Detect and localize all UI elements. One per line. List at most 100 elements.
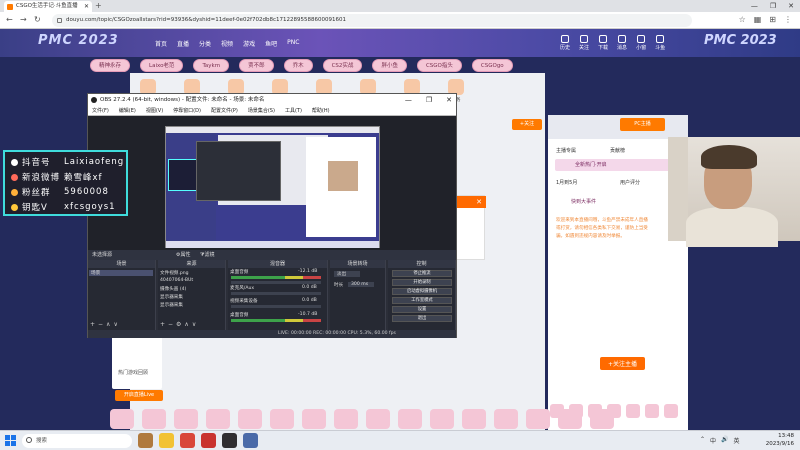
tag-pill[interactable]: CSGOgo xyxy=(471,59,513,72)
menu-edit[interactable]: 编辑(E) xyxy=(119,106,136,115)
nav-pnc[interactable]: PNC xyxy=(287,39,299,48)
menu-icon[interactable]: ⋮ xyxy=(784,15,792,24)
gift-icon[interactable] xyxy=(206,409,230,429)
bookmark-icon[interactable]: ☆ xyxy=(739,15,746,24)
volume-icon[interactable]: 🔊 xyxy=(721,436,728,445)
event-badge[interactable]: 全新热门·开启 xyxy=(555,159,683,171)
taskbar-search[interactable]: 搜索 xyxy=(22,434,132,448)
ime-icon[interactable]: 中 xyxy=(710,436,716,445)
tag-pill[interactable]: Laixo老范 xyxy=(140,59,184,72)
gift-icon[interactable] xyxy=(174,409,198,429)
badge-icon[interactable] xyxy=(645,404,659,418)
badge-icon[interactable] xyxy=(626,404,640,418)
tag-pill[interactable]: 胖小鱼 xyxy=(372,59,407,72)
gift-icon[interactable] xyxy=(558,409,582,429)
gift-icon[interactable] xyxy=(430,409,454,429)
gift-icon[interactable] xyxy=(142,409,166,429)
minimize-button[interactable]: — xyxy=(751,0,758,12)
capture-app-icon[interactable] xyxy=(243,433,258,448)
tab-anchor[interactable]: 主播专属 xyxy=(556,147,576,154)
gift-icon[interactable] xyxy=(398,409,422,429)
tray-overflow-icon[interactable]: ⌃ xyxy=(700,436,705,445)
history-button[interactable]: 历史 xyxy=(560,35,570,51)
event-badge-2[interactable]: 快到大事件 xyxy=(555,196,615,208)
close-popup-icon[interactable]: ✕ xyxy=(456,196,486,208)
gift-icon[interactable] xyxy=(526,409,550,429)
new-tab-button[interactable]: + xyxy=(95,0,102,12)
obs-minimize-button[interactable]: — xyxy=(405,94,412,106)
source-item[interactable]: 摄像头画 (4) xyxy=(160,286,186,292)
download-button[interactable]: 下载 xyxy=(598,35,608,51)
duration-input[interactable]: 300 ms xyxy=(348,282,375,287)
filters-button[interactable]: ⧩滤镜 xyxy=(200,250,214,260)
back-icon[interactable]: ← xyxy=(6,15,13,24)
properties-button[interactable]: ⚙属性 xyxy=(176,250,190,260)
nav-home[interactable]: 首页 xyxy=(155,39,167,48)
gift-icon[interactable] xyxy=(462,409,486,429)
nav-yuba[interactable]: 鱼吧 xyxy=(265,39,277,48)
source-item[interactable]: 文件视频.png xyxy=(160,270,189,276)
game-app-icon[interactable] xyxy=(138,433,153,448)
stop-streaming-button[interactable]: 停止推流 xyxy=(392,270,452,277)
volume-slider[interactable] xyxy=(231,281,321,284)
virtual-camera-button[interactable]: 启动虚拟摄像机 xyxy=(392,288,452,295)
tab-rating[interactable]: 用户评分 xyxy=(620,179,640,186)
gift-icon[interactable] xyxy=(590,409,614,429)
tag-pill[interactable]: 乔木 xyxy=(283,59,313,72)
follow-anchor-button[interactable]: +关注主播 xyxy=(600,357,646,370)
obs-maximize-button[interactable]: ❐ xyxy=(426,94,432,106)
source-item[interactable]: 显示器采集 xyxy=(160,302,183,308)
browser-tab[interactable]: CSGO生活手记·斗鱼直播 ✕ xyxy=(4,1,92,12)
gift-icon[interactable] xyxy=(494,409,518,429)
menu-docks[interactable]: 停靠窗口(D) xyxy=(173,106,201,115)
tab-ranking[interactable]: 贡献榜 xyxy=(610,147,625,154)
close-window-button[interactable]: ✕ xyxy=(788,0,794,12)
tag-pill[interactable]: 精神永存 xyxy=(90,59,131,72)
avatar-button[interactable]: 斗鱼 xyxy=(655,35,665,51)
start-recording-button[interactable]: 开始录制 xyxy=(392,279,452,286)
clock[interactable]: 13:48 2023/9/16 xyxy=(766,432,794,448)
badge-icon[interactable] xyxy=(664,404,678,418)
sidebar-icon[interactable]: ⊞ xyxy=(769,15,776,24)
obs-taskbar-icon[interactable] xyxy=(222,433,237,448)
menu-view[interactable]: 视图(V) xyxy=(146,106,163,115)
pc-anchor-button[interactable]: PC主播 xyxy=(620,118,665,131)
menu-scene-collection[interactable]: 场景集合(S) xyxy=(248,106,275,115)
tag-pill[interactable]: CS2实战 xyxy=(322,59,363,72)
menu-tools[interactable]: 工具(T) xyxy=(285,106,302,115)
menu-profile[interactable]: 配置文件(P) xyxy=(211,106,238,115)
gift-icon[interactable] xyxy=(366,409,390,429)
promo-button[interactable]: 开启直播Live xyxy=(115,390,163,401)
scene-item[interactable]: 场景 xyxy=(89,270,153,276)
file-explorer-icon[interactable] xyxy=(159,433,174,448)
obs-close-button[interactable]: ✕ xyxy=(446,94,452,106)
tab-month[interactable]: 1月到5月 xyxy=(556,179,577,186)
gift-icon[interactable] xyxy=(302,409,326,429)
nav-category[interactable]: 分类 xyxy=(199,39,211,48)
mini-window-button[interactable]: 小窗 xyxy=(636,35,646,51)
language-icon[interactable]: 英 xyxy=(734,436,740,445)
close-tab-icon[interactable]: ✕ xyxy=(84,1,89,12)
gift-icon[interactable] xyxy=(270,409,294,429)
sources-footer-buttons[interactable]: +−⚙∧∨ xyxy=(160,321,199,328)
settings-button[interactable]: 设置 xyxy=(392,306,452,313)
gift-icon[interactable] xyxy=(110,409,134,429)
nav-live[interactable]: 直播 xyxy=(177,39,189,48)
scenes-footer-buttons[interactable]: +−∧∨ xyxy=(90,321,121,328)
gift-icon[interactable] xyxy=(238,409,262,429)
transition-select[interactable]: 淡出 xyxy=(334,271,361,277)
tag-pill[interactable]: 贾不郎 xyxy=(239,59,274,72)
follow-button[interactable]: +关注 xyxy=(512,119,542,130)
messages-button[interactable]: 消息 xyxy=(617,35,627,51)
tag-pill[interactable]: Taykm xyxy=(193,59,230,72)
volume-slider[interactable] xyxy=(231,292,321,295)
tag-pill[interactable]: CSGO指头 xyxy=(416,59,462,72)
gift-icon[interactable] xyxy=(334,409,358,429)
source-item[interactable]: 40407064-BUt xyxy=(160,278,193,283)
obs-preview[interactable] xyxy=(165,126,380,248)
exit-button[interactable]: 退出 xyxy=(392,315,452,322)
maximize-button[interactable]: ❐ xyxy=(770,0,776,12)
source-item[interactable]: 显示器采集 xyxy=(160,294,183,300)
studio-mode-button[interactable]: 工作室模式 xyxy=(392,297,452,304)
extensions-icon[interactable]: ▦ xyxy=(754,15,762,24)
